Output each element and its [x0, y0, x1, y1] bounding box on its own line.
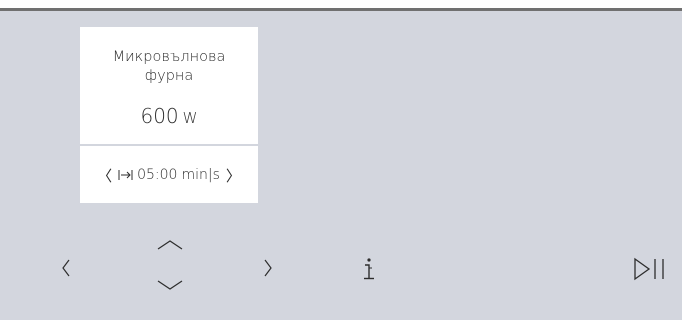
nav-down-button[interactable] — [150, 274, 190, 296]
power-value: 600 W — [80, 105, 258, 129]
duration-prev-button[interactable]: 〈 — [91, 165, 118, 186]
program-title-line1: Микровълнова — [112, 49, 226, 65]
nav-left-button[interactable] — [54, 254, 78, 282]
info-icon — [364, 258, 374, 280]
power-unit: W — [182, 109, 198, 127]
program-title-line2: фурна — [144, 68, 194, 84]
power-number: 600 — [140, 104, 179, 128]
chevron-down-icon — [157, 280, 183, 290]
play-pause-icon — [634, 257, 664, 281]
nav-right-button[interactable] — [256, 254, 280, 282]
top-divider — [0, 8, 682, 11]
duration-next-button[interactable]: 〉 — [220, 165, 247, 186]
chevron-up-icon — [157, 240, 183, 250]
duration-icon — [118, 169, 134, 181]
chevron-right-icon — [264, 259, 272, 277]
info-button[interactable] — [356, 254, 382, 284]
duration-value: 05:00 — [137, 167, 178, 183]
chevron-left-icon — [62, 259, 70, 277]
duration-row: 〈 05:00 min|s 〉 — [80, 164, 258, 186]
program-card[interactable]: Микровълнова фурна 600 W — [80, 27, 258, 144]
program-title: Микровълнова фурна — [80, 48, 258, 86]
duration-unit: min|s — [181, 167, 220, 183]
duration-card[interactable]: 〈 05:00 min|s 〉 — [80, 146, 258, 203]
start-pause-button[interactable] — [630, 254, 670, 284]
nav-up-button[interactable] — [150, 234, 190, 256]
